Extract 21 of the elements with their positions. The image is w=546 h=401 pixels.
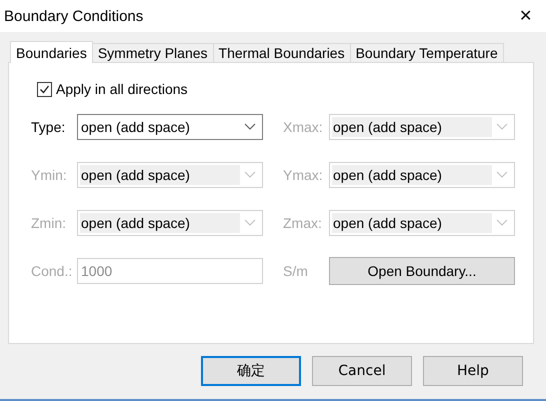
- field-label: Type:: [31, 118, 66, 134]
- dialog-button[interactable]: Help: [423, 356, 523, 386]
- field-label: Zmin:: [31, 214, 67, 230]
- dropdown[interactable]: open (add space): [77, 114, 263, 140]
- close-button[interactable]: ✕: [519, 6, 532, 26]
- field-label: Xmax:: [283, 118, 324, 134]
- open-boundary-button[interactable]: Open Boundary...: [329, 257, 515, 285]
- dialog-button[interactable]: Cancel: [312, 356, 412, 386]
- field-label: Ymin:: [31, 166, 68, 182]
- checkbox[interactable]: [37, 82, 52, 96]
- unit-label: S/m: [283, 263, 309, 279]
- field-label: Zmax:: [283, 214, 323, 230]
- field-label: Cond.:: [31, 263, 74, 279]
- tab[interactable]: Boundaries: [10, 41, 93, 63]
- field-label: Ymax:: [283, 166, 324, 182]
- tab[interactable]: Symmetry Planes: [92, 43, 214, 63]
- checkbox-label: Apply in all directions: [56, 81, 188, 97]
- checkmark-icon: [39, 84, 50, 94]
- dialog-button[interactable]: 确定: [201, 356, 301, 386]
- tab[interactable]: Boundary Temperature: [350, 43, 504, 63]
- window-title: Boundary Conditions: [4, 8, 144, 24]
